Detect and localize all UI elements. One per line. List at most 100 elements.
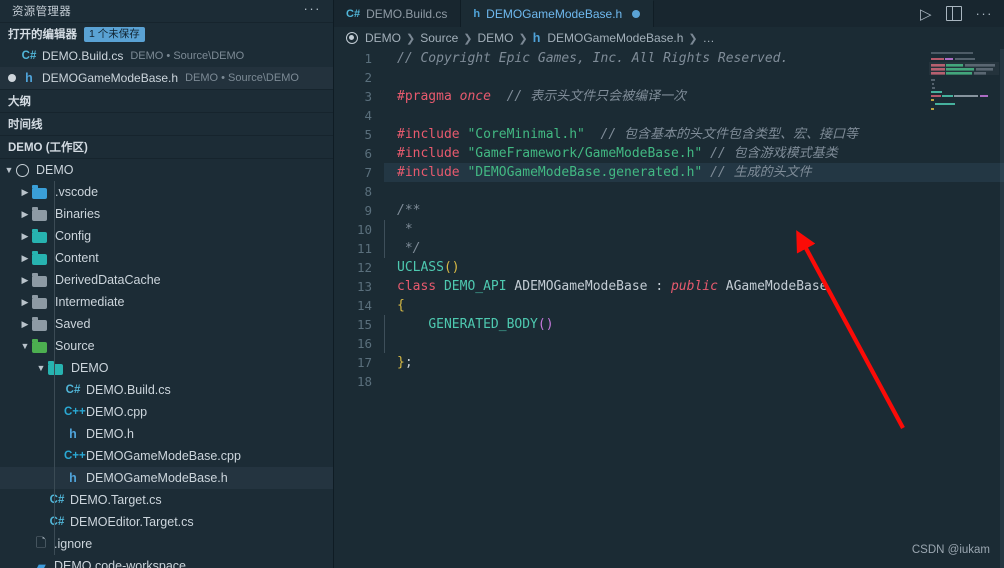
line-number: 11: [356, 241, 372, 256]
code-token: /**: [397, 203, 421, 218]
tree-item-demo-target-cs[interactable]: ▶C#DEMO.Target.cs: [0, 489, 333, 511]
code-token: :: [655, 279, 671, 294]
tree-item-demogamemodebase-h[interactable]: ▶hDEMOGameModeBase.h: [0, 467, 333, 489]
breadcrumb-segment[interactable]: Source: [420, 31, 458, 45]
tree-item-label: DEMO.Target.cs: [70, 493, 162, 507]
tree-item-deriveddatacache[interactable]: ▶ DerivedDataCache: [0, 269, 333, 291]
editor-more-actions-icon[interactable]: ···: [976, 7, 994, 20]
chevron-right-icon[interactable]: ▶: [18, 275, 32, 285]
tree-item-demo-build-cs[interactable]: ▶C#DEMO.Build.cs: [0, 379, 333, 401]
code-token: public: [670, 279, 726, 294]
chevron-right-icon[interactable]: ▶: [18, 187, 32, 197]
tree-item-source[interactable]: ▼ Source: [0, 335, 333, 357]
explorer-more-actions-icon[interactable]: ···: [302, 2, 324, 18]
folder-icon: [32, 294, 49, 309]
code-line-text: // Copyright Epic Games, Inc. All Rights…: [384, 49, 788, 68]
line-number: 8: [364, 184, 372, 199]
tree-item-binaries[interactable]: ▶ Binaries: [0, 203, 333, 225]
code-token: once: [459, 89, 491, 104]
cs-file-icon: C#: [49, 516, 65, 528]
editor-tab[interactable]: h DEMOGameModeBase.h: [461, 0, 655, 27]
breadcrumb-segment[interactable]: …: [703, 31, 715, 45]
folder-vscode-icon: [32, 184, 49, 199]
breadcrumb-segment[interactable]: DEMO: [477, 31, 513, 45]
code-token: */: [397, 241, 421, 256]
chevron-right-icon[interactable]: ▶: [18, 253, 32, 263]
tree-item-label: Saved: [55, 317, 91, 331]
code-line: 14 {: [334, 296, 1004, 315]
tree-item-saved[interactable]: ▶ Saved: [0, 313, 333, 335]
code-token: (): [537, 317, 554, 332]
code-line-text: *: [384, 220, 413, 239]
split-editor-icon[interactable]: [945, 6, 962, 21]
code-line-text: */: [384, 239, 420, 258]
code-token: // Copyright Epic Games, Inc. All Rights…: [397, 51, 789, 66]
chevron-right-icon[interactable]: ▶: [18, 209, 32, 219]
tab-label: DEMO.Build.cs: [366, 6, 448, 21]
code-token: DEMO_API: [443, 279, 515, 294]
code-line: 6 #include "GameFramework/GameModeBase.h"…: [334, 144, 1004, 163]
code-line-text: {: [384, 296, 405, 315]
root-circle-icon: [16, 163, 29, 177]
tree-item-config[interactable]: ▶ Config: [0, 225, 333, 247]
code-token: *: [397, 222, 413, 237]
code-token: ADEMOGameModeBase: [514, 279, 656, 294]
code-token: // 包含游戏模式基类: [710, 146, 838, 161]
run-icon[interactable]: ▷: [920, 5, 932, 23]
chevron-down-icon[interactable]: ▼: [34, 363, 48, 373]
breadcrumb-segment[interactable]: DEMOGameModeBase.h: [547, 31, 683, 45]
open-editor-item[interactable]: C# DEMO.Build.cs DEMO • Source\DEMO: [0, 45, 333, 67]
breadcrumb-segment[interactable]: DEMO: [365, 31, 401, 45]
editor-tab[interactable]: C# DEMO.Build.cs: [334, 0, 462, 27]
tree-item-content[interactable]: ▶ Content: [0, 247, 333, 269]
tree-item-demo[interactable]: ▼ DEMO: [0, 357, 333, 379]
tree-item-demo[interactable]: ▼ DEMO: [0, 159, 333, 181]
editor-vertical-scrollbar[interactable]: [1000, 49, 1004, 568]
chevron-right-icon[interactable]: ▶: [18, 319, 32, 329]
open-editors-list: C# DEMO.Build.cs DEMO • Source\DEMO h DEMOGa…: [0, 45, 333, 89]
chevron-down-icon[interactable]: ▼: [2, 165, 16, 175]
tree-item-label: DEMO.cpp: [86, 405, 148, 419]
code-line: 15 GENERATED_BODY(): [334, 315, 1004, 334]
tree-item-demogamemodebase-cpp[interactable]: ▶C++DEMOGameModeBase.cpp: [0, 445, 333, 467]
tree-item-demoeditor-target-cs[interactable]: ▶C#DEMOEditor.Target.cs: [0, 511, 333, 533]
timeline-section-header[interactable]: 时间线: [0, 112, 333, 135]
code-editor[interactable]: 1 // Copyright Epic Games, Inc. All Right…: [334, 49, 1004, 568]
vscode-workspace-icon: ▰: [36, 561, 46, 568]
tree-item-demo-cpp[interactable]: ▶C++DEMO.cpp: [0, 401, 333, 423]
minimap[interactable]: [929, 49, 999, 111]
open-editors-section-header[interactable]: 打开的编辑器 1 个未保存: [0, 22, 333, 45]
tree-item-vscode[interactable]: ▶ .vscode: [0, 181, 333, 203]
open-editor-item[interactable]: h DEMOGameModeBase.h DEMO • Source\DEMO: [0, 67, 333, 89]
chevron-right-icon[interactable]: ▶: [18, 231, 32, 241]
tree-item-label: DEMO.h: [86, 427, 134, 441]
line-number: 16: [356, 336, 372, 351]
indent-guide: [384, 334, 385, 353]
chevron-down-icon[interactable]: ▼: [18, 341, 32, 351]
line-number: 13: [356, 279, 372, 294]
tree-item-demo-code-workspace[interactable]: ▶▰DEMO.code-workspace: [0, 555, 333, 568]
tree-item-demo-h[interactable]: ▶hDEMO.h: [0, 423, 333, 445]
tree-item-ignore[interactable]: ▶🗋.ignore: [0, 533, 333, 555]
tree-item-label: Config: [55, 229, 92, 243]
code-token: (): [443, 260, 460, 275]
line-number: 2: [364, 70, 372, 85]
breadcrumb-root-icon: [346, 32, 358, 44]
workspace-section-header[interactable]: DEMO (工作区): [0, 135, 333, 159]
folder-icon: [32, 272, 49, 287]
folder-icon: [32, 206, 49, 221]
outline-section-header[interactable]: 大纲: [0, 89, 333, 112]
code-line: 12 UCLASS(): [334, 258, 1004, 277]
tree-item-label: DEMO.code-workspace: [54, 559, 186, 568]
code-line-text: #pragma once // 表示头文件只会被编译一次: [384, 87, 686, 106]
tree-item-label: DEMOGameModeBase.cpp: [86, 449, 241, 463]
indent-guide: [384, 220, 385, 239]
chevron-right-icon[interactable]: ▶: [18, 297, 32, 307]
tree-item-intermediate[interactable]: ▶ Intermediate: [0, 291, 333, 313]
open-editor-path: DEMO • Source\DEMO: [185, 72, 299, 84]
code-token: #include: [397, 127, 468, 142]
